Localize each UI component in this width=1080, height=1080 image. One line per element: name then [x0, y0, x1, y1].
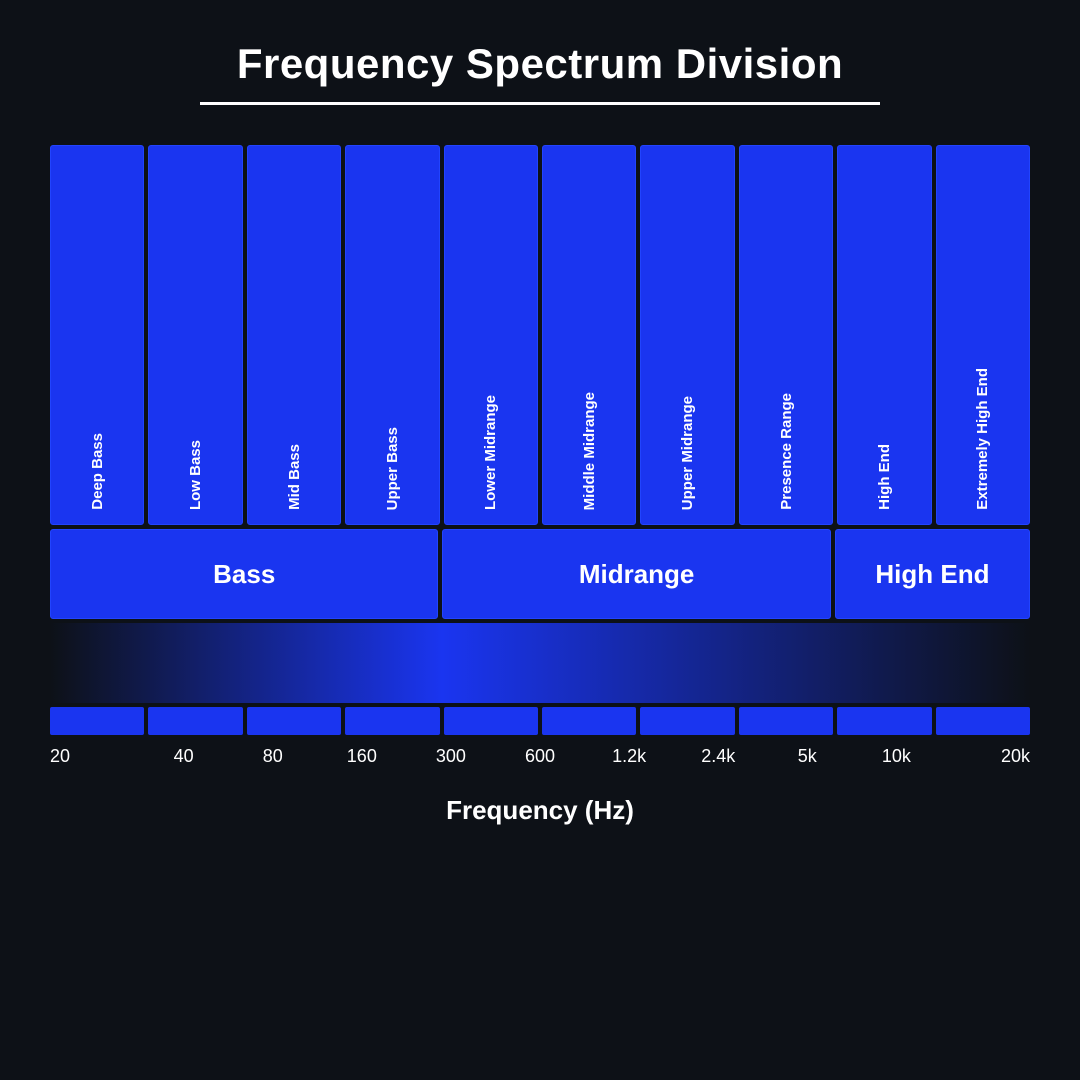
band-label-high-end: High End: [876, 444, 893, 510]
freq-label-2: 80: [228, 746, 317, 767]
main-title: Frequency Spectrum Division: [50, 40, 1030, 88]
band-label-mid-bass: Mid Bass: [286, 444, 303, 510]
band-label-extremely-high-end: Extremely High End: [974, 368, 991, 510]
freq-bar-0: [50, 707, 144, 735]
group-highend: High End: [835, 529, 1030, 619]
band-deep-bass: Deep Bass: [50, 145, 144, 525]
band-label-middle-midrange: Middle Midrange: [581, 392, 598, 510]
band-label-upper-bass: Upper Bass: [384, 427, 401, 510]
band-label-deep-bass: Deep Bass: [89, 433, 106, 510]
band-high-end: High End: [837, 145, 931, 525]
freq-bar-9: [936, 707, 1030, 735]
freq-label-7: 2.4k: [674, 746, 763, 767]
freq-label-0: 20: [50, 746, 139, 767]
gradient-row: [50, 623, 1030, 703]
freq-label-6: 1.2k: [585, 746, 674, 767]
freq-bar-row: [50, 707, 1030, 735]
bands-row: Deep Bass Low Bass Mid Bass Upper Bass Lower…: [50, 145, 1030, 525]
group-midrange-label: Midrange: [579, 559, 695, 590]
freq-labels-inner: 2040801603006001.2k2.4k5k10k20k: [50, 741, 1030, 771]
freq-label-1: 40: [139, 746, 228, 767]
band-middle-midrange: Middle Midrange: [542, 145, 636, 525]
band-low-bass: Low Bass: [148, 145, 242, 525]
groups-row: Bass Midrange High End: [50, 529, 1030, 619]
title-section: Frequency Spectrum Division: [50, 40, 1030, 135]
band-mid-bass: Mid Bass: [247, 145, 341, 525]
freq-bar-3: [345, 707, 439, 735]
band-lower-midrange: Lower Midrange: [444, 145, 538, 525]
freq-bar-4: [444, 707, 538, 735]
freq-bar-7: [739, 707, 833, 735]
group-midrange: Midrange: [442, 529, 830, 619]
freq-label-8: 5k: [763, 746, 852, 767]
freq-bar-5: [542, 707, 636, 735]
group-bass-label: Bass: [213, 559, 275, 590]
band-extremely-high-end: Extremely High End: [936, 145, 1030, 525]
freq-label-10: 20k: [941, 746, 1030, 767]
freq-labels-row: 2040801603006001.2k2.4k5k10k20k: [50, 741, 1030, 771]
freq-label-5: 600: [495, 746, 584, 767]
x-axis-title: Frequency (Hz): [50, 795, 1030, 826]
freq-bar-2: [247, 707, 341, 735]
freq-label-4: 300: [406, 746, 495, 767]
freq-bar-8: [837, 707, 931, 735]
freq-label-3: 160: [317, 746, 406, 767]
band-label-low-bass: Low Bass: [187, 440, 204, 510]
band-upper-midrange: Upper Midrange: [640, 145, 734, 525]
freq-bar-1: [148, 707, 242, 735]
freq-label-9: 10k: [852, 746, 941, 767]
band-label-lower-midrange: Lower Midrange: [482, 395, 499, 510]
band-label-presence-range: Presence Range: [778, 393, 795, 510]
page-wrapper: Frequency Spectrum Division Deep Bass Low…: [0, 0, 1080, 1080]
band-label-upper-midrange: Upper Midrange: [679, 396, 696, 510]
band-upper-bass: Upper Bass: [345, 145, 439, 525]
chart-container: Deep Bass Low Bass Mid Bass Upper Bass Lower…: [50, 145, 1030, 1050]
title-underline: [200, 102, 880, 105]
group-bass: Bass: [50, 529, 438, 619]
group-highend-label: High End: [875, 559, 989, 590]
freq-bar-6: [640, 707, 734, 735]
band-presence-range: Presence Range: [739, 145, 833, 525]
